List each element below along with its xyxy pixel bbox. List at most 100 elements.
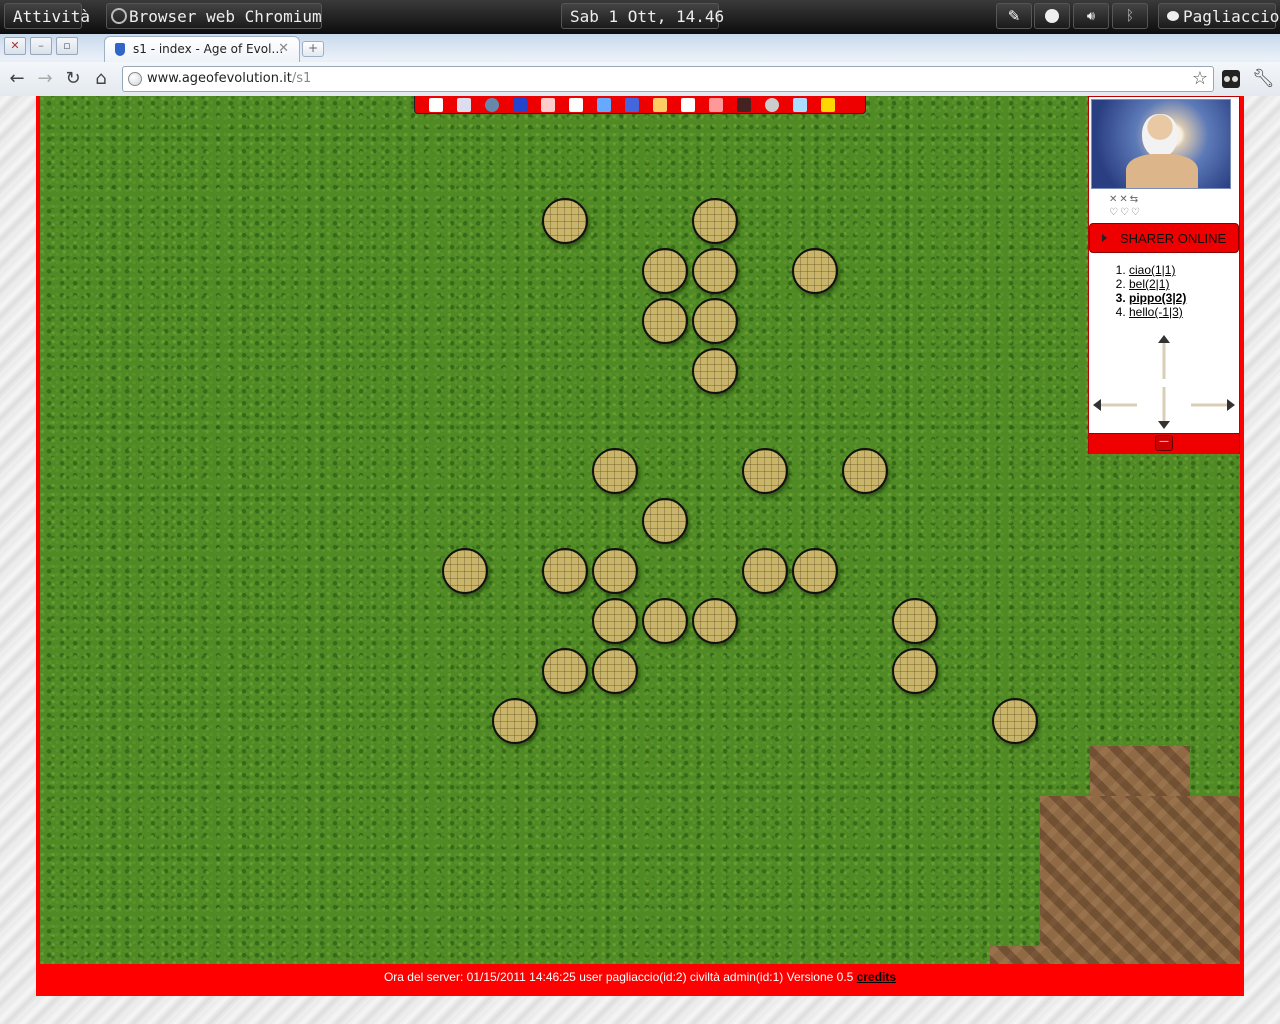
reload-icon[interactable]: ↻ [62, 68, 84, 90]
village-marker[interactable] [542, 198, 588, 244]
globe-icon [128, 72, 142, 86]
village-marker[interactable] [692, 298, 738, 344]
user-link[interactable]: pippo(3|2) [1129, 291, 1186, 305]
god-portrait [1091, 99, 1231, 189]
map-navigation [1093, 335, 1235, 429]
game-map[interactable] [40, 96, 1240, 964]
tab-active[interactable]: s1 - index - Age of Evol… ✕ [104, 36, 300, 62]
tab-strip: ✕ – ▫ s1 - index - Age of Evol… ✕ + [0, 34, 1280, 62]
favicon-icon [115, 43, 125, 56]
soldier-icon[interactable] [513, 98, 527, 112]
home-icon[interactable] [429, 98, 443, 112]
village-marker[interactable] [792, 248, 838, 294]
app-menu-button[interactable]: Browser web Chromium [106, 3, 322, 29]
village-marker[interactable] [692, 598, 738, 644]
clock[interactable]: Sab 1 Ott, 14.46 [561, 3, 724, 29]
side-panel-footer: — [1089, 433, 1239, 454]
trade-icon[interactable] [653, 98, 667, 112]
globe-icon[interactable] [485, 98, 499, 112]
map-icon[interactable] [625, 98, 639, 112]
os-top-panel: Attività Browser web Chromium Sab 1 Ott,… [0, 0, 1280, 34]
village-marker[interactable] [892, 598, 938, 644]
user-link[interactable]: hello(-1|3) [1129, 305, 1183, 319]
village-marker[interactable] [592, 598, 638, 644]
credits-link[interactable]: credits [857, 970, 896, 984]
village-marker[interactable] [642, 248, 688, 294]
arrow-up-icon[interactable] [1158, 335, 1170, 379]
village-marker[interactable] [642, 498, 688, 544]
sharer-online-button[interactable]: SHARER ONLINE [1089, 223, 1239, 253]
village-marker[interactable] [892, 648, 938, 694]
home-icon[interactable]: ⌂ [90, 68, 112, 90]
stats-icons: ✕✕⇆ ♡♡♡ [1109, 194, 1142, 218]
list-item: bel(2|1) [1129, 277, 1186, 291]
village-marker[interactable] [592, 648, 638, 694]
users-icon[interactable] [457, 98, 471, 112]
village-marker[interactable] [792, 548, 838, 594]
list-item: hello(-1|3) [1129, 305, 1186, 319]
browser-toolbar: ← → ↻ ⌂ www.ageofevolution.it/s1 ☆ 🔧︎ [0, 62, 1280, 97]
new-tab-button[interactable]: + [302, 41, 324, 57]
address-bar[interactable]: www.ageofevolution.it/s1 ☆ [122, 66, 1214, 92]
arrow-left-icon[interactable] [1093, 399, 1137, 411]
wrench-menu-icon[interactable]: 🔧︎ [1252, 68, 1275, 89]
online-users-list: ciao(1|1)bel(2|1)pippo(3|2)hello(-1|3) [1111, 263, 1186, 319]
pen-icon[interactable]: ✎ [996, 3, 1032, 29]
activities-button[interactable]: Attività [4, 3, 90, 29]
buildings-icon[interactable] [597, 98, 611, 112]
tab-close-icon[interactable]: ✕ [278, 41, 289, 56]
server-status-text: Ora del server: 01/15/2011 14:46:25 user… [383, 970, 854, 984]
extension-icon[interactable] [1222, 70, 1240, 88]
page-background: ✕✕⇆♡♡♡ SHARER ONLINE ciao(1|1)bel(2|1)pi… [0, 96, 1280, 1024]
feather-icon[interactable] [793, 98, 807, 112]
portrait-face [1142, 114, 1178, 158]
window-restore-icon[interactable]: ▫ [56, 37, 78, 55]
village-marker[interactable] [992, 698, 1038, 744]
collapse-button[interactable]: — [1155, 435, 1173, 451]
chromium-icon [111, 8, 127, 24]
dirt-tile [990, 946, 1050, 964]
village-marker[interactable] [642, 298, 688, 344]
list-item: pippo(3|2) [1129, 291, 1186, 305]
url-text: www.ageofevolution.it/s1 [147, 71, 312, 86]
village-marker[interactable] [692, 198, 738, 244]
arrow-right-icon[interactable] [1191, 399, 1235, 411]
game-frame: ✕✕⇆♡♡♡ SHARER ONLINE ciao(1|1)bel(2|1)pi… [36, 96, 1244, 996]
user-link[interactable]: bel(2|1) [1129, 277, 1169, 291]
village-marker[interactable] [592, 548, 638, 594]
window-close-icon[interactable]: ✕ [4, 37, 26, 55]
village-marker[interactable] [692, 248, 738, 294]
user-menu-button[interactable]: Pagliaccio [1158, 3, 1280, 29]
village-marker[interactable] [542, 548, 588, 594]
village-marker[interactable] [442, 548, 488, 594]
village-marker[interactable] [642, 598, 688, 644]
village-marker[interactable] [842, 448, 888, 494]
village-marker[interactable] [492, 698, 538, 744]
village-marker[interactable] [742, 448, 788, 494]
window-minimize-icon[interactable]: – [30, 37, 52, 55]
user-link[interactable]: ciao(1|1) [1129, 263, 1175, 277]
arrow-down-icon[interactable] [1158, 387, 1170, 429]
village-marker[interactable] [692, 348, 738, 394]
shield-icon[interactable] [765, 98, 779, 112]
mail-icon[interactable] [681, 98, 695, 112]
village-marker[interactable] [592, 448, 638, 494]
scroll-icon[interactable] [569, 98, 583, 112]
tab-title: s1 - index - Age of Evol… [133, 42, 284, 56]
bluetooth-icon[interactable]: ᛒ [1112, 3, 1148, 29]
village-marker[interactable] [542, 648, 588, 694]
mushroom-icon[interactable] [541, 98, 555, 112]
volume-icon[interactable]: 🔊︎ [1073, 3, 1109, 29]
accessibility-icon[interactable] [1034, 3, 1070, 29]
user-name: Pagliaccio [1183, 7, 1280, 26]
crown-icon[interactable] [821, 98, 835, 112]
mushroom-alt-icon[interactable] [709, 98, 723, 112]
forward-icon[interactable]: → [34, 68, 56, 90]
bookmark-star-icon[interactable]: ☆ [1192, 68, 1208, 89]
status-bar: Ora del server: 01/15/2011 14:46:25 user… [40, 964, 1240, 994]
side-panel: ✕✕⇆♡♡♡ SHARER ONLINE ciao(1|1)bel(2|1)pi… [1088, 96, 1240, 454]
village-marker[interactable] [742, 548, 788, 594]
fire-icon[interactable] [737, 98, 751, 112]
back-icon[interactable]: ← [6, 68, 28, 90]
chat-bubble-icon [1167, 11, 1179, 21]
